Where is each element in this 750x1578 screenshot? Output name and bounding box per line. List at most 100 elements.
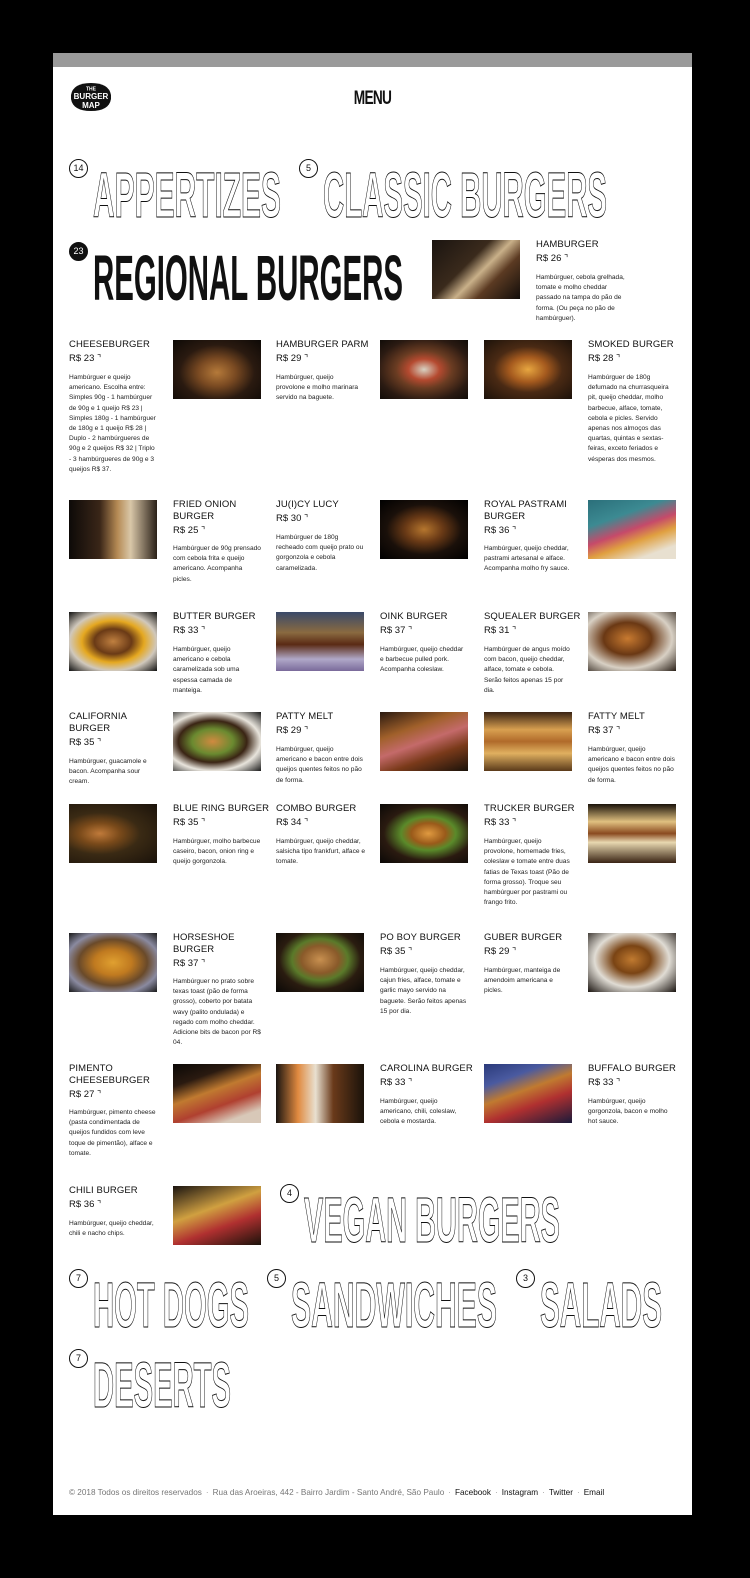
category-label: APPERTIZES — [93, 159, 281, 231]
address-text: Rua das Aroeiras, 442 - Bairro Jardim - … — [212, 1488, 445, 1497]
item-price[interactable]: R$ 33 ⌝ — [173, 624, 205, 637]
item-description: Hambúrguer, pimento cheese (pasta condim… — [69, 1109, 156, 1157]
category-classic-burgers[interactable]: 5 CLASSIC BURGERS — [299, 159, 629, 232]
price-value: R$ 36 — [484, 525, 510, 536]
category-label: DESERTS — [93, 1349, 231, 1421]
category-count-badge: 3 — [516, 1269, 535, 1288]
item-name: PATTY MELT — [276, 711, 334, 722]
item-description: Hambúrguer, queijo provolone, homemade f… — [484, 838, 570, 907]
footer-separator: · — [448, 1488, 451, 1497]
item-price[interactable]: R$ 37 ⌝ — [380, 624, 412, 637]
food-photo — [173, 712, 261, 771]
item-description: Hambúrguer, queijo cheddar, cajun fries,… — [380, 967, 467, 1015]
item-price[interactable]: R$ 29 ⌝ — [276, 352, 308, 365]
category-count-badge: 5 — [267, 1269, 286, 1288]
page-title: MENU — [353, 88, 392, 109]
item-price[interactable]: R$ 31 ⌝ — [484, 624, 516, 637]
item-name: JU(I)CY LUCY — [276, 499, 339, 510]
category-regional-burgers[interactable]: 23 REGIONAL BURGERS — [69, 242, 409, 314]
item-description: Hambúrguer, queijo americano e bacon ent… — [276, 746, 363, 784]
food-photo — [588, 933, 676, 992]
item-name: CHEESEBURGER — [69, 339, 150, 350]
arrow-icon: ⌝ — [512, 946, 517, 956]
price-value: R$ 30 — [276, 513, 302, 524]
category-count-badge: 7 — [69, 1349, 88, 1368]
item-price[interactable]: R$ 33 ⌝ — [380, 1076, 412, 1089]
item-description: Hambúrguer, queijo gorgonzola, bacon e m… — [588, 1098, 668, 1126]
item-price[interactable]: R$ 37 ⌝ — [173, 957, 205, 970]
item-name: GUBER BURGER — [484, 932, 563, 943]
facebook-link[interactable]: Facebook — [455, 1488, 491, 1497]
item-price[interactable]: R$ 34 ⌝ — [276, 816, 308, 829]
item-price[interactable]: R$ 26 ⌝ — [536, 252, 568, 265]
item-name: FATTY MELT — [588, 711, 645, 722]
window-titlebar — [53, 53, 692, 67]
price-value: R$ 37 — [588, 725, 614, 736]
food-photo — [588, 500, 676, 559]
food-photo — [380, 804, 468, 863]
category-appetizers[interactable]: 14 APPERTIZES — [69, 159, 282, 232]
item-price[interactable]: R$ 29 ⌝ — [484, 945, 516, 958]
arrow-icon: ⌝ — [304, 817, 309, 827]
item-price[interactable]: R$ 35 ⌝ — [380, 945, 412, 958]
item-price[interactable]: R$ 25 ⌝ — [173, 524, 205, 537]
item-price[interactable]: R$ 28 ⌝ — [588, 352, 620, 365]
item-price[interactable]: R$ 27 ⌝ — [69, 1088, 101, 1101]
item-price[interactable]: R$ 30 ⌝ — [276, 512, 308, 525]
item-price[interactable]: R$ 35 ⌝ — [69, 736, 101, 749]
food-photo — [484, 712, 572, 771]
item-price[interactable]: R$ 33 ⌝ — [484, 816, 516, 829]
arrow-icon: ⌝ — [304, 725, 309, 735]
item-price[interactable]: R$ 36 ⌝ — [484, 524, 516, 537]
instagram-link[interactable]: Instagram — [502, 1488, 538, 1497]
arrow-icon: ⌝ — [97, 1089, 102, 1099]
price-value: R$ 37 — [380, 625, 406, 636]
category-count-badge: 7 — [69, 1269, 88, 1288]
item-name: TRUCKER BURGER — [484, 803, 575, 814]
price-value: R$ 23 — [69, 353, 95, 364]
item-price[interactable]: R$ 35 ⌝ — [173, 816, 205, 829]
food-photo — [69, 500, 157, 559]
food-photo — [380, 340, 468, 399]
email-link[interactable]: Email — [584, 1488, 604, 1497]
item-name: SQUEALER BURGER — [484, 611, 581, 622]
price-value: R$ 28 — [588, 353, 614, 364]
item-price[interactable]: R$ 23 ⌝ — [69, 352, 101, 365]
arrow-icon: ⌝ — [97, 353, 102, 363]
item-price[interactable]: R$ 33 ⌝ — [588, 1076, 620, 1089]
food-photo — [173, 1064, 261, 1123]
burger-map-logo[interactable]: THE BURGER MAP — [69, 81, 113, 113]
food-photo — [69, 612, 157, 671]
arrow-icon: ⌝ — [616, 725, 621, 735]
arrow-icon: ⌝ — [512, 817, 517, 827]
item-name: OINK BURGER — [380, 611, 448, 622]
item-name: PO BOY BURGER — [380, 932, 461, 943]
item-description: Hambúrguer, queijo cheddar e barbecue pu… — [380, 646, 464, 674]
price-value: R$ 37 — [173, 958, 199, 969]
item-name: BUFFALO BURGER — [588, 1063, 676, 1074]
item-price[interactable]: R$ 37 ⌝ — [588, 724, 620, 737]
food-photo — [380, 500, 468, 559]
category-salads[interactable]: 3 SALADS — [516, 1269, 666, 1342]
twitter-link[interactable]: Twitter — [549, 1488, 573, 1497]
category-label: SALADS — [540, 1269, 662, 1341]
category-label: CLASSIC BURGERS — [323, 159, 607, 231]
item-price[interactable]: R$ 36 ⌝ — [69, 1198, 101, 1211]
category-sandwiches[interactable]: 5 SANDWICHES — [267, 1269, 501, 1342]
category-vegan-burgers[interactable]: 4 VEGAN BURGERS — [280, 1184, 570, 1257]
arrow-icon: ⌝ — [97, 737, 102, 747]
item-description: Hambúrguer, queijo provolone e molho mar… — [276, 374, 359, 402]
item-description: Hambúrguer, queijo cheddar, pastrami art… — [484, 545, 570, 573]
item-price[interactable]: R$ 29 ⌝ — [276, 724, 308, 737]
category-hot-dogs[interactable]: 7 HOT DOGS — [69, 1269, 251, 1342]
footer-separator: · — [542, 1488, 545, 1497]
price-value: R$ 33 — [380, 1077, 406, 1088]
arrow-icon: ⌝ — [512, 525, 517, 535]
arrow-icon: ⌝ — [201, 625, 206, 635]
price-value: R$ 36 — [69, 1199, 95, 1210]
svg-text:MAP: MAP — [82, 101, 100, 110]
item-name: ROYAL PASTRAMI BURGER — [484, 499, 568, 522]
category-label: REGIONAL BURGERS — [93, 242, 403, 314]
category-deserts[interactable]: 7 DESERTS — [69, 1349, 237, 1422]
item-name: CAROLINA BURGER — [380, 1063, 473, 1074]
